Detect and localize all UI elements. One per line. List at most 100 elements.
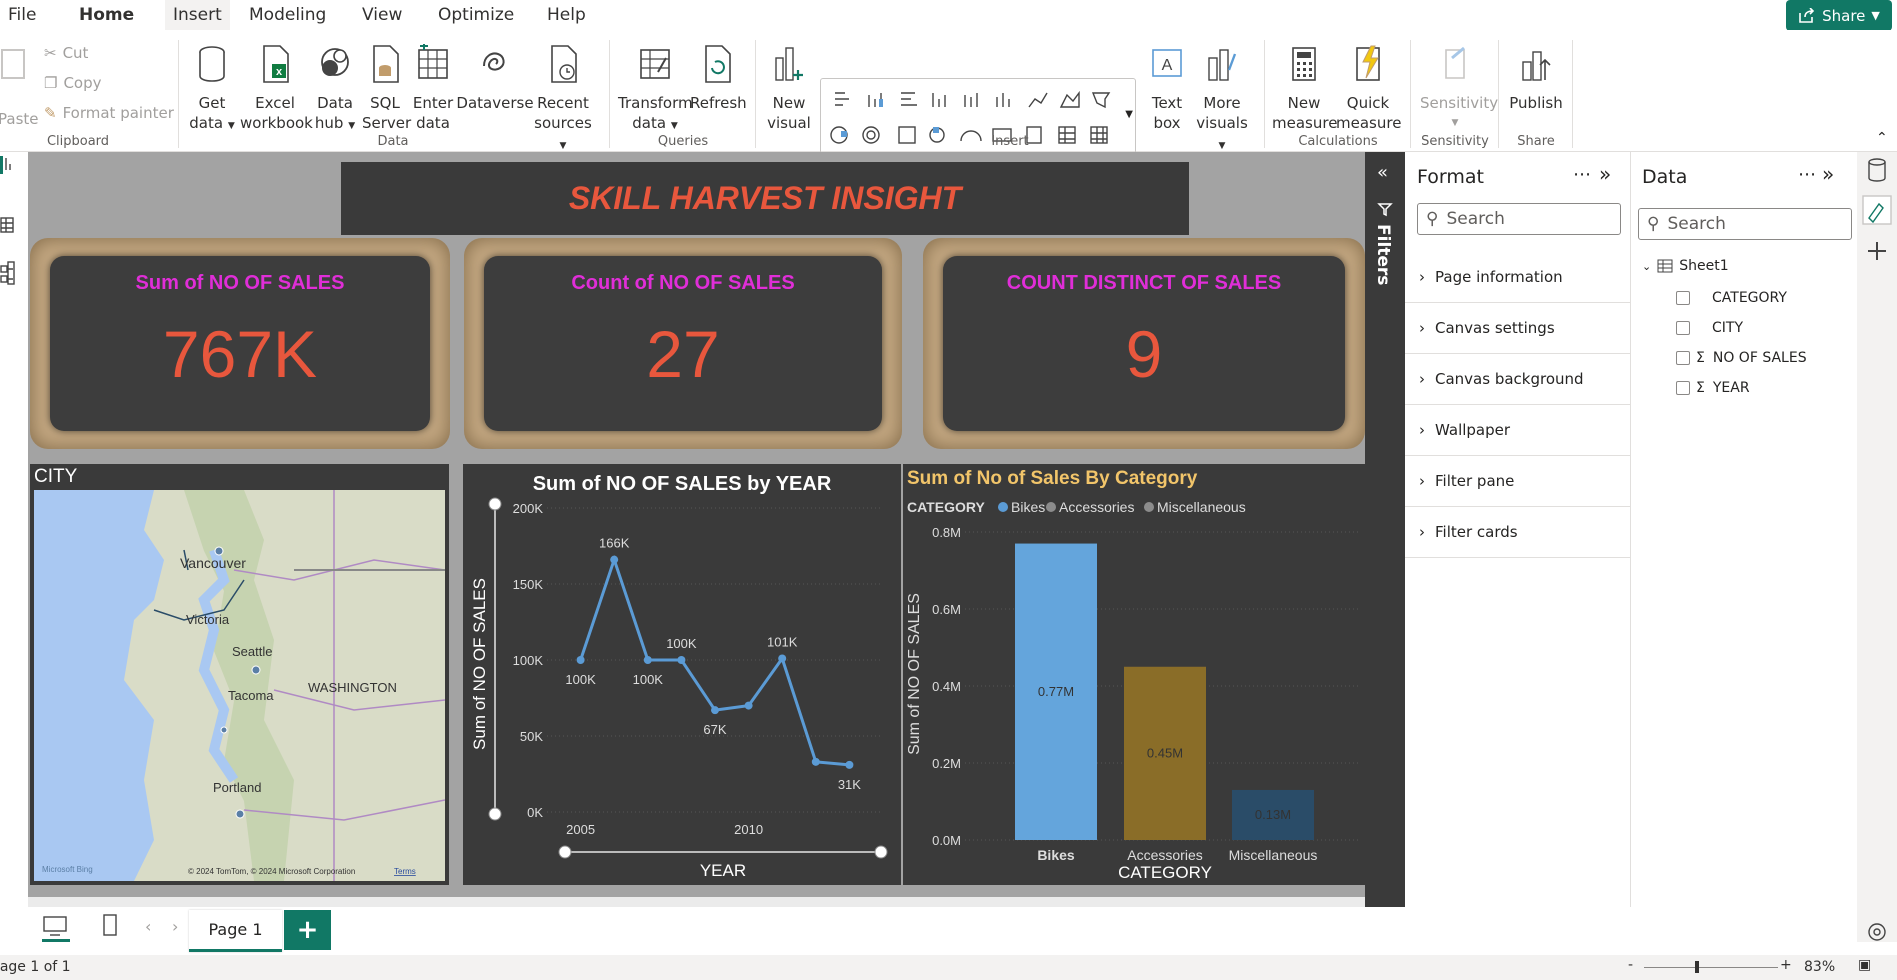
kpi-card-count[interactable]: Count of NO OF SALES 27 [464,238,902,449]
menu-file[interactable]: File [8,5,36,25]
x-zoom-handle [874,845,888,859]
cut-button[interactable]: ✂ Cut [44,44,88,62]
paste-button[interactable]: Paste [0,44,39,129]
format-painter-button[interactable]: ✎ Format painter [44,104,174,122]
prev-page-icon[interactable]: ‹ [145,917,151,936]
format-search-input[interactable]: ⚲ Search [1417,203,1621,235]
collapse-pane-icon[interactable]: » [1822,162,1834,186]
zoom-in-button[interactable]: + [1780,957,1792,973]
expand-icon[interactable]: « [1377,162,1388,183]
chevron-down-icon: ▼ [1451,118,1459,128]
sql-server-button[interactable]: SQL Server [362,44,412,133]
sensitivity-label: Sensitivity [1420,94,1499,112]
new-measure-button[interactable]: New measure [1272,44,1337,133]
excel-label-2: workbook [240,114,313,132]
zoom-slider[interactable] [1644,967,1778,968]
sql-label-1: SQL [370,94,400,112]
chevron-down-icon: ▼ [227,121,235,131]
line-chart-visual[interactable]: Sum of NO OF SALES by YEAR 0K 50K 100K 150K 2… [463,464,901,885]
new-visual-button[interactable]: New visual [764,44,814,133]
text-box-icon: A [1152,49,1182,77]
more-options-icon[interactable]: ⋯ [1798,164,1816,185]
filters-pane-collapsed[interactable]: « Filters [1365,152,1405,907]
kpi-card-distinct[interactable]: COUNT DISTINCT OF SALES 9 [923,238,1365,449]
menu-insert[interactable]: Insert [165,0,230,30]
zoom-slider-thumb[interactable] [1695,961,1699,973]
enter-data-button[interactable]: Enter data [410,42,456,133]
chevron-down-icon[interactable]: ▼ [1125,109,1133,120]
line-chart: Sum of NO OF SALES by YEAR 0K 50K 100K 150K 2… [470,473,888,880]
zoom-out-button[interactable]: - [1628,957,1633,973]
excel-workbook-button[interactable]: x Excel workbook [240,44,313,133]
text-box-button[interactable]: A Text box [1146,44,1188,133]
data-hub-button[interactable]: Data hub ▼ [310,44,360,136]
quick-measure-button[interactable]: Quick measure [1336,44,1401,133]
data-hub-icon [321,48,349,76]
y-zoom-handle [488,807,502,821]
kpi-card-sum-inner: Sum of NO OF SALES 767K [50,256,430,431]
field-checkbox[interactable] [1676,321,1690,335]
publish-button[interactable]: Publish [1508,44,1564,113]
field-category[interactable]: CATEGORY [1676,290,1787,306]
data-hub-label-1: Data [317,94,353,112]
excel-label-1: Excel [255,94,295,112]
menu-home[interactable]: Home [79,5,135,33]
refresh-button[interactable]: Refresh [690,44,747,113]
field-city[interactable]: CITY [1676,320,1743,336]
mobile-layout-icon [103,914,117,936]
get-data-label-1: Get [198,94,226,112]
get-data-button[interactable]: Get data ▼ [186,44,238,136]
section-filter-pane[interactable]: › Filter pane [1405,456,1631,507]
kpi-card-sum[interactable]: Sum of NO OF SALES 767K [30,238,450,449]
map-visual[interactable]: CITY Vancouver Victoria Seattle Tacoma W… [30,464,449,885]
y-axis-label: Sum of NO OF SALES [470,578,489,750]
map-attribution: © 2024 TomTom, © 2024 Microsoft Corporat… [188,867,355,876]
field-checkbox[interactable] [1676,291,1690,305]
recent-sources-button[interactable]: Recent sources ▼ [530,44,596,156]
map-terms-link[interactable]: Terms [394,867,416,876]
paste-icon [1,49,25,79]
section-page-information[interactable]: › Page information [1405,252,1631,303]
collapse-pane-icon[interactable]: » [1599,162,1611,186]
chevron-down-icon: ⌄ [1642,259,1652,273]
field-checkbox[interactable] [1676,351,1690,365]
menu-view[interactable]: View [362,5,402,25]
field-no-of-sales[interactable]: Σ NO OF SALES [1676,350,1807,366]
report-title-box[interactable]: SKILL HARVEST INSIGHT [341,162,1189,235]
collapse-ribbon-icon[interactable]: ⌃ [1876,130,1888,146]
section-filter-cards[interactable]: › Filter cards [1405,507,1631,558]
section-canvas-background[interactable]: › Canvas background [1405,354,1631,405]
copy-button[interactable]: ❐ Copy [44,74,102,92]
chevron-right-icon: › [1419,319,1425,337]
field-label: YEAR [1712,380,1750,396]
field-checkbox[interactable] [1676,381,1690,395]
table-sheet1[interactable]: ⌄ Sheet1 [1642,258,1729,274]
menu-optimize[interactable]: Optimize [438,5,514,25]
menu-help[interactable]: Help [547,5,586,25]
layout-icons: ‹ [42,914,151,942]
next-page-icon[interactable]: › [172,917,178,936]
view-icons [0,156,15,285]
more-options-icon[interactable]: ⋯ [1573,164,1591,185]
section-canvas-settings[interactable]: › Canvas settings [1405,303,1631,354]
transform-data-button[interactable]: Transform data ▼ [618,44,693,136]
more-visuals-button[interactable]: More visuals ▼ [1192,44,1252,156]
data-pane: Data ⋯ » ⚲ Search ⌄ Sheet1 CATEGORY CITY … [1632,152,1857,907]
menu-modeling[interactable]: Modeling [249,5,326,25]
section-wallpaper[interactable]: › Wallpaper [1405,405,1631,456]
field-year[interactable]: Σ YEAR [1676,380,1750,396]
data-search-input[interactable]: ⚲ Search [1638,208,1852,240]
map-label-seattle: Seattle [232,644,272,659]
y-tick-label: 0K [527,805,543,820]
dataverse-button[interactable]: Dataverse [456,44,534,113]
tab-page-1[interactable]: Page 1 [189,910,282,952]
bar-chart-visual[interactable]: Sum of No of Sales By Category CATEGORY Bi… [903,464,1365,885]
sensitivity-button[interactable]: Sensitivity ▼ [1420,44,1499,133]
kpi-card-value: 27 [646,317,720,391]
share-button[interactable]: Share ▼ [1786,0,1892,31]
fit-page-icon[interactable]: ▣ [1858,957,1871,973]
sql-label-2: Server [362,114,412,132]
add-page-button[interactable]: + [284,910,331,950]
kpi-card-title: Sum of NO OF SALES [135,272,345,294]
visual-gallery[interactable]: ▼ [820,78,1136,155]
